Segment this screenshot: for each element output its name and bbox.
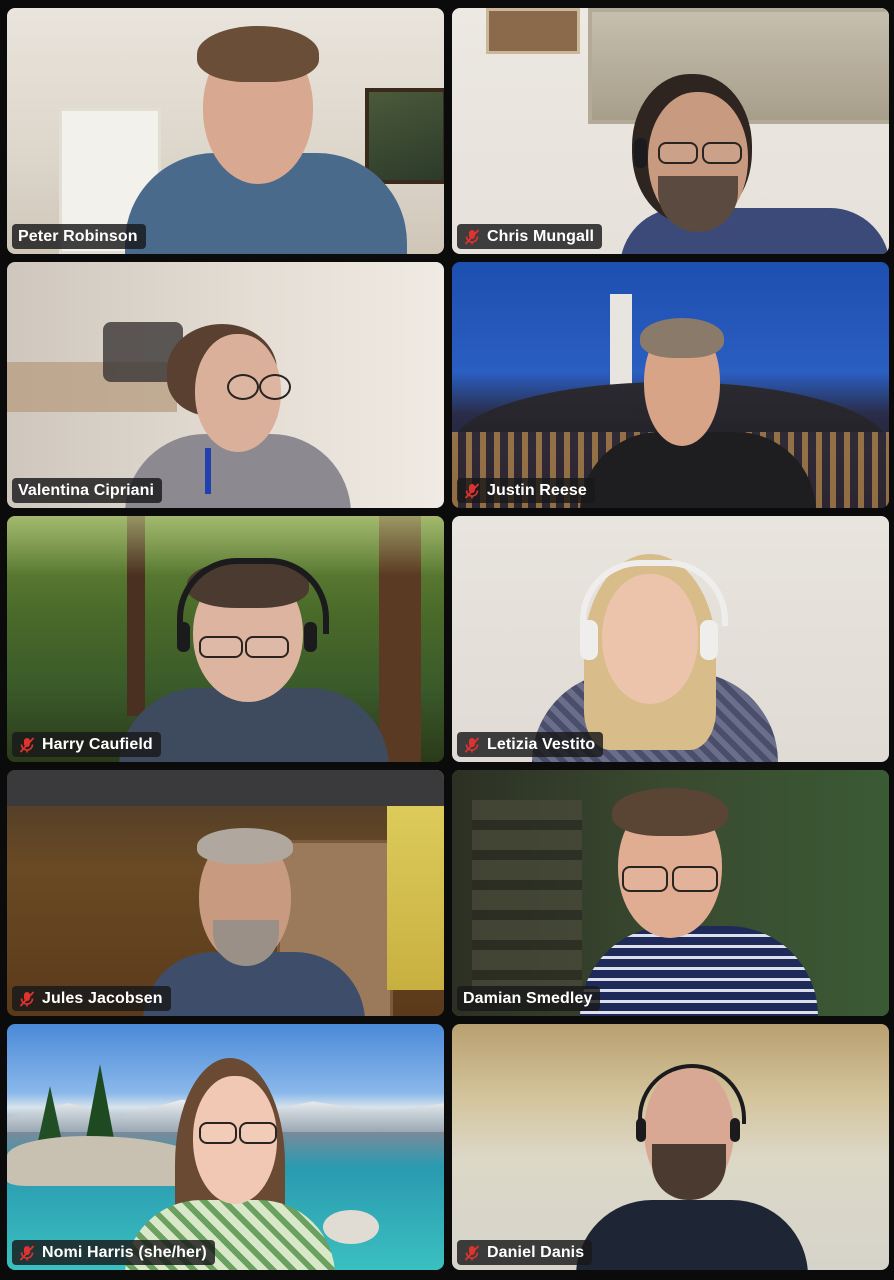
- participant-name: Peter Robinson: [18, 227, 138, 245]
- participant-tile-peter-robinson[interactable]: Peter Robinson: [7, 8, 444, 254]
- shore-rock: [323, 1210, 379, 1244]
- microphone-muted-icon: [463, 736, 481, 754]
- wall-painting: [365, 88, 444, 184]
- participant-name-tag: Daniel Danis: [457, 1240, 593, 1265]
- participant-video: [620, 208, 889, 254]
- participant-name-tag: Peter Robinson: [12, 224, 146, 249]
- microphone-muted-icon: [463, 228, 481, 246]
- participant-tile-harry-caufield[interactable]: Harry Caufield: [7, 516, 444, 762]
- participant-tile-damian-smedley[interactable]: Damian Smedley: [452, 770, 889, 1016]
- participant-name: Nomi Harris (she/her): [42, 1243, 207, 1261]
- participant-name: Valentina Cipriani: [18, 481, 155, 499]
- participant-tile-jules-jacobsen[interactable]: Jules Jacobsen: [7, 770, 444, 1016]
- participant-name: Damian Smedley: [463, 989, 593, 1007]
- participant-name-tag: Jules Jacobsen: [12, 986, 171, 1011]
- coit-tower: [610, 294, 632, 386]
- microphone-muted-icon: [18, 736, 36, 754]
- microphone-muted-icon: [18, 1244, 36, 1262]
- participant-name: Letizia Vestito: [487, 735, 596, 753]
- participant-tile-valentina-cipriani[interactable]: Valentina Cipriani: [7, 262, 444, 508]
- participant-name-tag: Valentina Cipriani: [12, 478, 163, 503]
- microphone-muted-icon: [18, 990, 36, 1008]
- video-grid: Peter Robinson Chris Mungall Valentina C…: [7, 8, 889, 1272]
- participant-name: Daniel Danis: [487, 1243, 585, 1261]
- participant-name: Harry Caufield: [42, 735, 153, 753]
- microphone-muted-icon: [463, 1244, 481, 1262]
- participant-name: Chris Mungall: [487, 227, 595, 245]
- participant-name-tag: Harry Caufield: [12, 732, 161, 757]
- microphone-muted-icon: [463, 482, 481, 500]
- participant-name-tag: Letizia Vestito: [457, 732, 604, 757]
- participant-name-tag: Nomi Harris (she/her): [12, 1240, 215, 1265]
- participant-tile-nomi-harris[interactable]: Nomi Harris (she/her): [7, 1024, 444, 1270]
- participant-tile-daniel-danis[interactable]: Daniel Danis: [452, 1024, 889, 1270]
- participant-tile-letizia-vestito[interactable]: Letizia Vestito: [452, 516, 889, 762]
- wall-painting: [486, 8, 580, 54]
- participant-name: Jules Jacobsen: [42, 989, 163, 1007]
- participant-tile-justin-reese[interactable]: Justin Reese: [452, 262, 889, 508]
- participant-name-tag: Justin Reese: [457, 478, 595, 503]
- participant-name: Justin Reese: [487, 481, 587, 499]
- participant-name-tag: Chris Mungall: [457, 224, 603, 249]
- participant-tile-chris-mungall[interactable]: Chris Mungall: [452, 8, 889, 254]
- participant-name-tag: Damian Smedley: [457, 986, 601, 1011]
